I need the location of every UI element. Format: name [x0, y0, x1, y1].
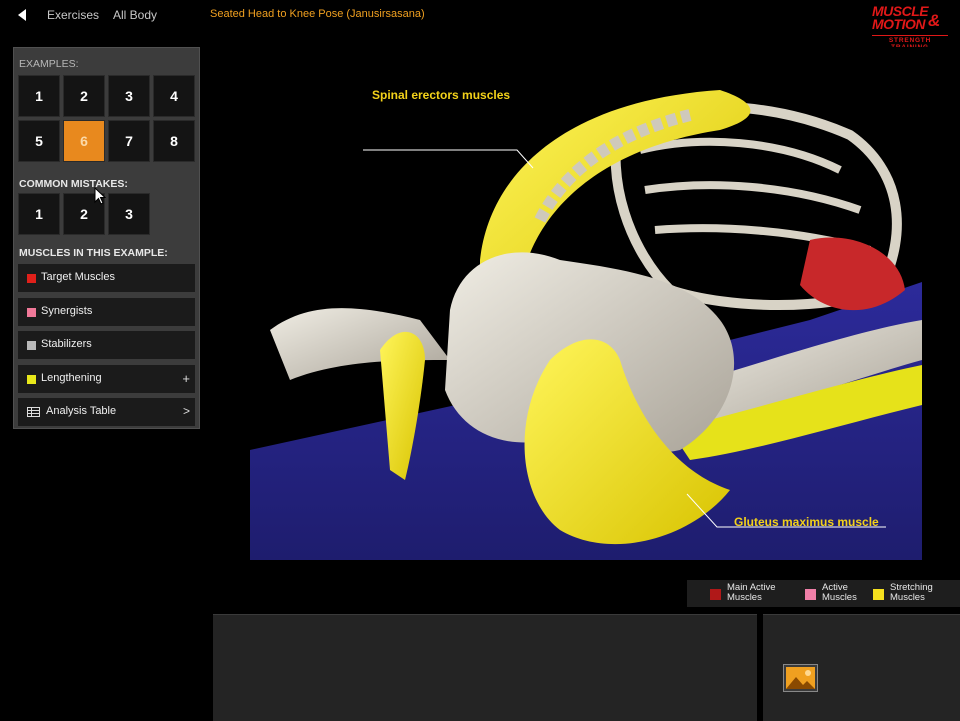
spinal-erectors-label: Spinal erectors muscles: [372, 88, 511, 102]
brand-logo: MUSCLE MOTION & STRENGTH TRAINING: [872, 4, 952, 51]
example-button-4[interactable]: 4: [153, 75, 195, 117]
lengthening-button[interactable]: Lengthening +: [18, 365, 195, 393]
legend-line: Muscles: [890, 592, 925, 603]
legend-label-main-active: Main Active Muscles: [727, 583, 776, 603]
row-label: Lengthening: [41, 372, 102, 384]
legend-line: Muscles: [822, 592, 857, 603]
expand-plus-icon: +: [182, 371, 190, 386]
lengthening-swatch: [27, 375, 36, 384]
mistake-button-3[interactable]: 3: [108, 193, 150, 235]
example-button-2[interactable]: 2: [63, 75, 105, 117]
logo-ampersand: &: [928, 11, 941, 30]
anatomy-3d-render: [250, 90, 922, 560]
legend-label-active: Active Muscles: [822, 583, 857, 603]
example-button-7[interactable]: 7: [108, 120, 150, 162]
page-title: Seated Head to Knee Pose (Janusirsasana): [210, 8, 425, 20]
row-label: Stabilizers: [41, 338, 92, 350]
gluteus-maximus-label: Gluteus maximus muscle: [734, 515, 879, 529]
synergists-swatch: [27, 308, 36, 317]
row-label: Analysis Table: [46, 405, 117, 417]
anatomy-viewer[interactable]: Spinal erectors muscles Gluteus maximus …: [213, 47, 960, 607]
breadcrumb-exercises[interactable]: Exercises: [47, 8, 99, 22]
stabilizers-swatch: [27, 341, 36, 350]
legend-label-stretching: Stretching Muscles: [890, 583, 933, 603]
muscles-label: MUSCLES IN THIS EXAMPLE:: [19, 247, 168, 259]
legend-line: Muscles: [727, 592, 762, 603]
examples-label: EXAMPLES:: [19, 58, 79, 70]
muscle-legend: Main Active Muscles Active Muscles Stretch…: [687, 580, 960, 607]
row-label: Target Muscles: [41, 271, 115, 283]
target-muscles-swatch: [27, 274, 36, 283]
table-icon: [27, 407, 40, 417]
media-panel: [763, 614, 960, 721]
chevron-right-icon: >: [182, 404, 190, 418]
stretching-swatch: [873, 589, 884, 600]
example-button-1[interactable]: 1: [18, 75, 60, 117]
example-button-5[interactable]: 5: [18, 120, 60, 162]
mouse-cursor-icon: [94, 187, 106, 205]
image-gallery-icon[interactable]: [783, 664, 818, 692]
active-swatch: [805, 589, 816, 600]
target-muscles-button[interactable]: Target Muscles: [18, 264, 195, 292]
row-label: Synergists: [41, 305, 93, 317]
stabilizers-button[interactable]: Stabilizers: [18, 331, 195, 359]
example-button-3[interactable]: 3: [108, 75, 150, 117]
description-panel: [213, 614, 757, 721]
main-active-swatch: [710, 589, 721, 600]
synergists-button[interactable]: Synergists: [18, 298, 195, 326]
back-arrow-icon[interactable]: [15, 8, 29, 22]
exercise-panel: EXAMPLES: 1 2 3 4 5 6 7 8 COMMON MISTAKE…: [13, 47, 200, 429]
breadcrumb-all-body[interactable]: All Body: [113, 8, 157, 22]
top-bar: Exercises All Body Seated Head to Knee P…: [0, 0, 960, 51]
analysis-table-button[interactable]: Analysis Table >: [18, 398, 195, 426]
common-mistakes-label: COMMON MISTAKES:: [19, 178, 128, 190]
mistake-button-1[interactable]: 1: [18, 193, 60, 235]
example-button-6[interactable]: 6: [63, 120, 105, 162]
example-button-8[interactable]: 8: [153, 120, 195, 162]
